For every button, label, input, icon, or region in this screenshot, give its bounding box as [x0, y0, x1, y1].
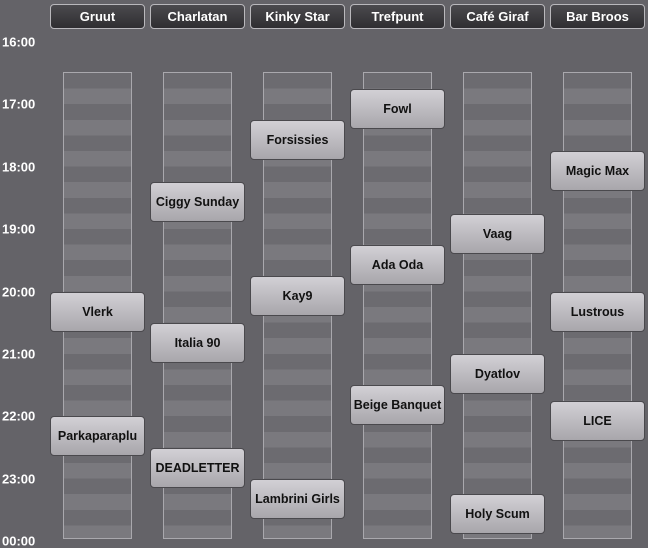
event-magic-max[interactable]: Magic Max [550, 151, 645, 191]
venue-track-cafe-giraf [463, 72, 532, 539]
time-label: 16:00 [2, 34, 36, 50]
venue-header-trefpunt[interactable]: Trefpunt [350, 4, 445, 29]
time-label: 23:00 [2, 471, 36, 487]
event-italia-90[interactable]: Italia 90 [150, 323, 245, 363]
venue-header-bar-broos[interactable]: Bar Broos [550, 4, 645, 29]
time-label: 00:00 [2, 533, 36, 548]
time-label: 17:00 [2, 96, 36, 112]
event-parkaparaplu[interactable]: Parkaparaplu [50, 416, 145, 456]
venue-header-charlatan[interactable]: Charlatan [150, 4, 245, 29]
event-vaag[interactable]: Vaag [450, 214, 545, 254]
event-holy-scum[interactable]: Holy Scum [450, 494, 545, 534]
time-label: 19:00 [2, 221, 36, 237]
event-lustrous[interactable]: Lustrous [550, 292, 645, 332]
event-lice[interactable]: LICE [550, 401, 645, 441]
time-label: 20:00 [2, 284, 36, 300]
time-label: 21:00 [2, 346, 36, 362]
event-ada-oda[interactable]: Ada Oda [350, 245, 445, 285]
event-kay9[interactable]: Kay9 [250, 276, 345, 316]
venue-track-trefpunt [363, 72, 432, 539]
event-beige-banquet[interactable]: Beige Banquet [350, 385, 445, 425]
venue-header-gruut[interactable]: Gruut [50, 4, 145, 29]
event-deadletter[interactable]: DEADLETTER [150, 448, 245, 488]
venue-header-cafe-giraf[interactable]: Café Giraf [450, 4, 545, 29]
festival-timetable: Gruut Charlatan Kinky Star Trefpunt Café Gir… [0, 0, 648, 548]
event-ciggy-sunday[interactable]: Ciggy Sunday [150, 182, 245, 222]
event-vlerk[interactable]: Vlerk [50, 292, 145, 332]
event-fowl[interactable]: Fowl [350, 89, 445, 129]
event-lambrini-girls[interactable]: Lambrini Girls [250, 479, 345, 519]
event-forsissies[interactable]: Forsissies [250, 120, 345, 160]
time-label: 18:00 [2, 159, 36, 175]
venue-header-kinky-star[interactable]: Kinky Star [250, 4, 345, 29]
event-dyatlov[interactable]: Dyatlov [450, 354, 545, 394]
time-label: 22:00 [2, 408, 36, 424]
